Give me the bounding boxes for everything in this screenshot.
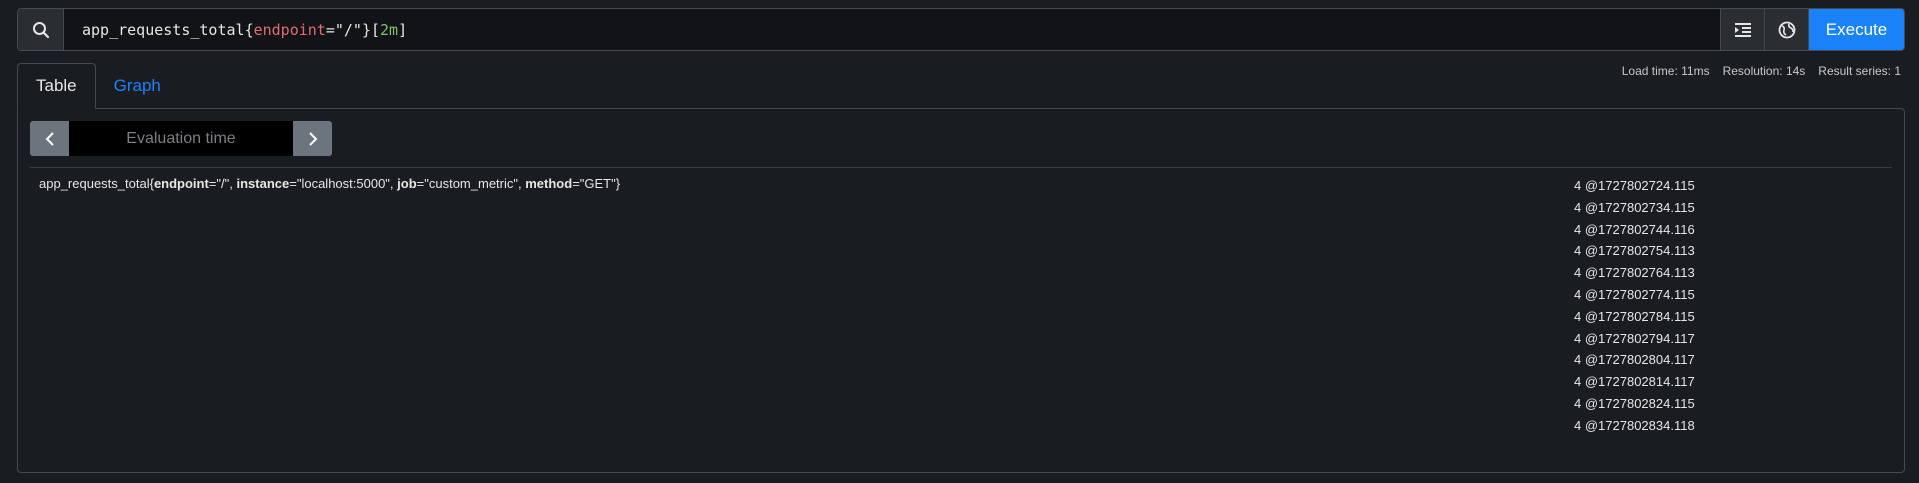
format-query-button[interactable] bbox=[1720, 9, 1764, 50]
result-series: Result series: 1 bbox=[1818, 64, 1901, 78]
tab-table[interactable]: Table bbox=[17, 63, 96, 109]
next-time-button[interactable] bbox=[293, 121, 332, 156]
value-row: 4 @1727802744.116 bbox=[1574, 221, 1695, 237]
previous-time-button[interactable] bbox=[30, 121, 69, 156]
value-row: 4 @1727802784.115 bbox=[1574, 308, 1695, 324]
chevron-right-icon bbox=[308, 131, 317, 146]
divider bbox=[30, 167, 1892, 168]
value-row: 4 @1727802734.115 bbox=[1574, 199, 1695, 215]
value-row: 4 @1727802834.118 bbox=[1574, 417, 1695, 433]
value-row: 4 @1727802774.115 bbox=[1574, 286, 1695, 302]
metrics-explorer-button[interactable] bbox=[1764, 9, 1808, 50]
query-label-name: endpoint bbox=[253, 20, 326, 39]
value-row: 4 @1727802814.117 bbox=[1574, 374, 1695, 390]
tab-graph[interactable]: Graph bbox=[96, 63, 179, 109]
resolution: Resolution: 14s bbox=[1722, 64, 1806, 78]
query-range: 2m bbox=[380, 20, 399, 39]
value-row: 4 @1727802824.115 bbox=[1574, 395, 1695, 411]
evaluation-time-picker: Evaluation time bbox=[30, 121, 332, 156]
result-tabs: Table Graph bbox=[17, 63, 179, 109]
query-stats: Load time: 11ms Resolution: 14s Result s… bbox=[1622, 64, 1901, 78]
value-row: 4 @1727802764.113 bbox=[1574, 265, 1695, 281]
table-panel: Evaluation time app_requests_total{endpo… bbox=[17, 108, 1905, 473]
chevron-left-icon bbox=[45, 131, 54, 146]
query-label-value: "/" bbox=[334, 20, 362, 39]
globe-icon bbox=[1778, 21, 1795, 38]
series-labels: app_requests_total{endpoint="/", instanc… bbox=[39, 176, 621, 191]
load-time: Load time: 11ms bbox=[1621, 64, 1710, 78]
series-values: 4 @1727802724.115 4 @1727802734.115 4 @1… bbox=[1574, 175, 1695, 437]
search-icon bbox=[18, 9, 64, 50]
value-row: 4 @1727802724.115 bbox=[1574, 178, 1695, 193]
query-input[interactable]: app_requests_total{endpoint = "/"}[2m] bbox=[64, 9, 1720, 50]
value-row: 4 @1727802754.113 bbox=[1574, 243, 1695, 259]
format-icon bbox=[1734, 22, 1751, 37]
value-row: 4 @1727802804.117 bbox=[1574, 352, 1695, 368]
query-bar: app_requests_total{endpoint = "/"}[2m] Exe… bbox=[17, 8, 1905, 51]
query-metric: app_requests_total bbox=[82, 20, 245, 39]
value-row: 4 @1727802794.117 bbox=[1574, 330, 1695, 346]
execute-button[interactable]: Execute bbox=[1808, 9, 1904, 50]
evaluation-time-input[interactable]: Evaluation time bbox=[69, 121, 293, 156]
